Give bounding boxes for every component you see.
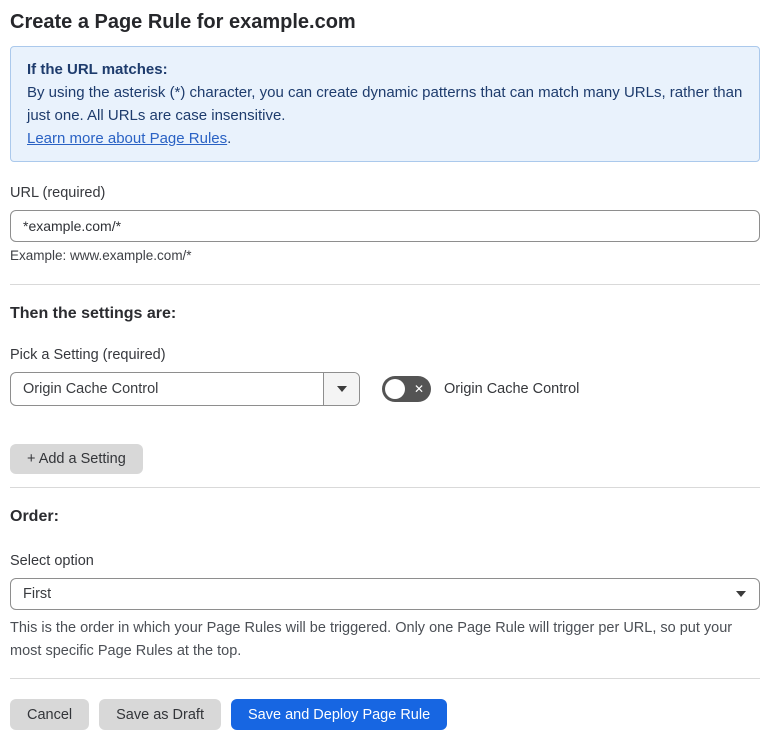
cancel-button[interactable]: Cancel bbox=[10, 699, 90, 730]
order-select-value: First bbox=[23, 586, 52, 602]
setting-row: Origin Cache Control ✕ Origin Cache Cont… bbox=[10, 372, 760, 406]
order-section-heading: Order: bbox=[10, 508, 59, 525]
info-box-link-line: Learn more about Page Rules. bbox=[27, 127, 743, 150]
footer-actions: Cancel Save as Draft Save and Deploy Pag… bbox=[10, 699, 760, 730]
chevron-down-icon bbox=[336, 386, 347, 392]
toggle-knob bbox=[385, 379, 405, 399]
setting-select-caret-button[interactable] bbox=[323, 373, 359, 405]
page-title: Create a Page Rule for example.com bbox=[10, 11, 356, 33]
save-and-deploy-button[interactable]: Save and Deploy Page Rule bbox=[230, 699, 448, 730]
divider-url-settings bbox=[10, 284, 760, 285]
link-period: . bbox=[227, 130, 232, 147]
setting-select-value: Origin Cache Control bbox=[23, 381, 159, 397]
toggle-caption: Origin Cache Control bbox=[444, 381, 580, 397]
toggle-off-x-icon: ✕ bbox=[413, 382, 424, 396]
pick-setting-label: Pick a Setting (required) bbox=[10, 347, 166, 363]
url-match-info-box: If the URL matches: By using the asteris… bbox=[10, 46, 760, 162]
divider-footer bbox=[10, 678, 760, 679]
add-setting-button[interactable]: + Add a Setting bbox=[10, 444, 143, 474]
settings-section-heading: Then the settings are: bbox=[10, 305, 177, 322]
info-box-body: By using the asterisk (*) character, you… bbox=[27, 84, 743, 124]
save-as-draft-button[interactable]: Save as Draft bbox=[99, 699, 221, 730]
order-help-text: This is the order in which your Page Rul… bbox=[10, 620, 733, 659]
chevron-down-icon bbox=[736, 579, 746, 609]
url-field-label: URL (required) bbox=[10, 185, 106, 201]
origin-cache-control-toggle[interactable]: ✕ bbox=[382, 376, 431, 402]
learn-more-link[interactable]: Learn more about Page Rules bbox=[27, 130, 227, 147]
setting-select[interactable]: Origin Cache Control bbox=[10, 372, 360, 406]
url-input[interactable] bbox=[10, 210, 760, 242]
order-select-label: Select option bbox=[10, 553, 94, 569]
url-example-text: Example: www.example.com/* bbox=[10, 248, 192, 263]
info-box-heading: If the URL matches: bbox=[27, 61, 168, 78]
divider-settings-order bbox=[10, 487, 760, 488]
order-select[interactable]: First bbox=[10, 578, 760, 610]
